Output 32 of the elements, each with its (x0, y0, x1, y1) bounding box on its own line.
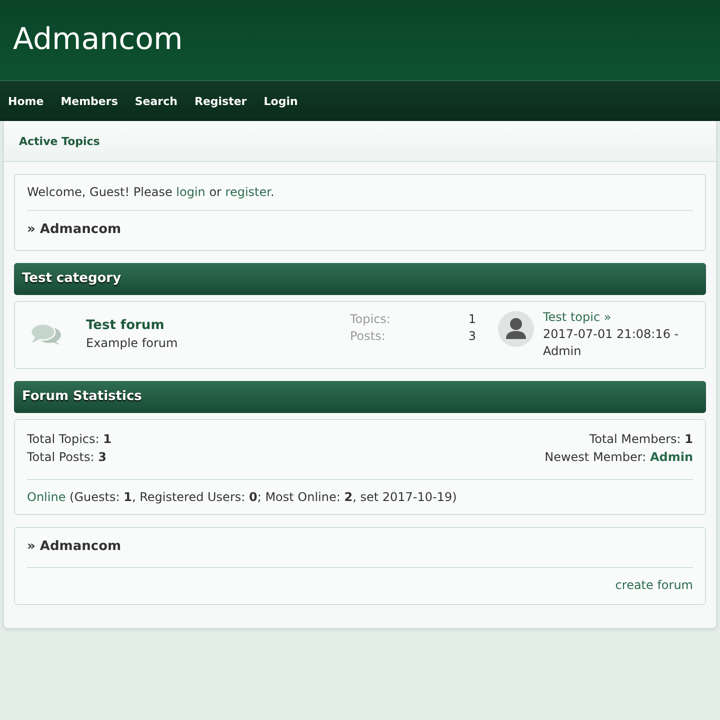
total-topics: Total Topics: 1 (27, 431, 112, 448)
stat-label: Posts: (350, 328, 386, 345)
nav-link[interactable]: Search (134, 94, 178, 108)
member-link[interactable]: Admin (650, 450, 693, 464)
newest-member-label: Newest Member: (544, 450, 648, 464)
breadcrumb: » Admancom (27, 221, 122, 239)
total-members: Total Members: 1 (588, 431, 693, 448)
site-title: Admancom (13, 21, 183, 58)
stat-value: 1 (467, 311, 476, 328)
subnav-link[interactable]: Active Topics (19, 134, 100, 148)
stat-label: Topics: (350, 311, 392, 328)
online-text: Online (Guests: 1, Registered Users: 0; Most Online: 2, set 2017-10-19) (27, 489, 458, 506)
category-header: Test category (14, 263, 706, 295)
welcome-text: Welcome, Guest! Please login or register. (27, 184, 276, 201)
statistics-header: Forum Statistics (14, 381, 706, 413)
login-link[interactable]: login (176, 185, 206, 199)
create-forum-link[interactable]: create forum (615, 578, 693, 592)
register-link[interactable]: register (225, 185, 270, 199)
speech-bubbles-icon (30, 322, 62, 346)
nav-link[interactable]: Home (8, 94, 44, 108)
forum-link[interactable]: Test forum (86, 318, 164, 333)
total-posts: Total Posts: 3 (27, 449, 108, 466)
nav-link[interactable]: Register (194, 94, 247, 108)
forum-description: Example forum (86, 336, 179, 350)
nav-link[interactable]: Login (264, 94, 298, 108)
last-post-info: 2017-07-01 21:08:16 - Admin (543, 326, 680, 360)
breadcrumb: » Admancom (27, 538, 122, 556)
online-link[interactable]: Online (27, 490, 66, 504)
avatar-icon (498, 311, 534, 347)
stat-value: 3 (467, 328, 476, 345)
nav-link[interactable]: Members (60, 94, 118, 108)
topic-link[interactable]: Test topic » (543, 310, 612, 324)
